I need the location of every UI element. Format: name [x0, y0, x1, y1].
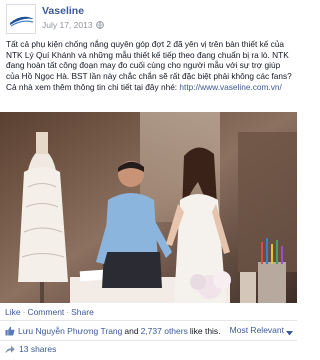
divider — [0, 340, 297, 341]
post-photo[interactable] — [0, 112, 297, 303]
post-message: Tất cả phụ kiện chống nắng quyên góp đợt… — [6, 39, 293, 94]
comment-link[interactable]: Comment — [27, 307, 64, 317]
page-avatar[interactable] — [6, 4, 36, 34]
sort-label: Most Relevant — [229, 325, 284, 335]
post-header: Vaseline July 17, 2013 — [6, 4, 291, 34]
message-paragraph: Tất cả phụ kiện chống nắng quyên góp đợt… — [6, 39, 292, 81]
liker-name[interactable]: Lưu Nguyễn Phương Trang — [18, 326, 122, 336]
likes-suffix: like this. — [189, 326, 221, 336]
like-thumb-icon — [5, 326, 15, 336]
share-link[interactable]: Share — [71, 307, 94, 317]
likes-summary: Lưu Nguyễn Phương Trang and 2,737 others… — [5, 324, 293, 338]
post-actions: Like · Comment · Share — [5, 307, 94, 317]
shares-label: 13 shares — [19, 344, 57, 354]
comment-sort-dropdown[interactable]: Most Relevant — [230, 325, 293, 335]
post-meta: July 17, 2013 — [42, 20, 104, 30]
fashion-design-photo — [0, 112, 297, 303]
message-link-prefix: Cả nhà xem thêm thông tin chi tiết tại đ… — [6, 82, 180, 93]
vaseline-logo — [7, 5, 35, 33]
page-name[interactable]: Vaseline — [42, 5, 84, 17]
message-link[interactable]: http://www.vaseline.com.vn/ — [179, 82, 281, 92]
action-separator: · — [22, 307, 26, 317]
shares-count[interactable]: 13 shares — [5, 344, 56, 354]
like-link[interactable]: Like — [5, 307, 21, 317]
message-paragraph-link-line: Cả nhà xem thêm thông tin chi tiết tại đ… — [6, 82, 293, 93]
caret-down-icon — [286, 328, 293, 335]
post-date[interactable]: July 17, 2013 — [42, 20, 93, 30]
action-separator: · — [66, 307, 70, 317]
likes-and: and — [124, 326, 139, 336]
share-icon — [5, 345, 15, 354]
globe-icon — [95, 21, 104, 29]
facebook-post: Vaseline July 17, 2013 Tất cả phụ kiện c… — [0, 0, 297, 360]
divider — [0, 320, 297, 321]
likes-others-count[interactable]: 2,737 others — [141, 326, 188, 336]
